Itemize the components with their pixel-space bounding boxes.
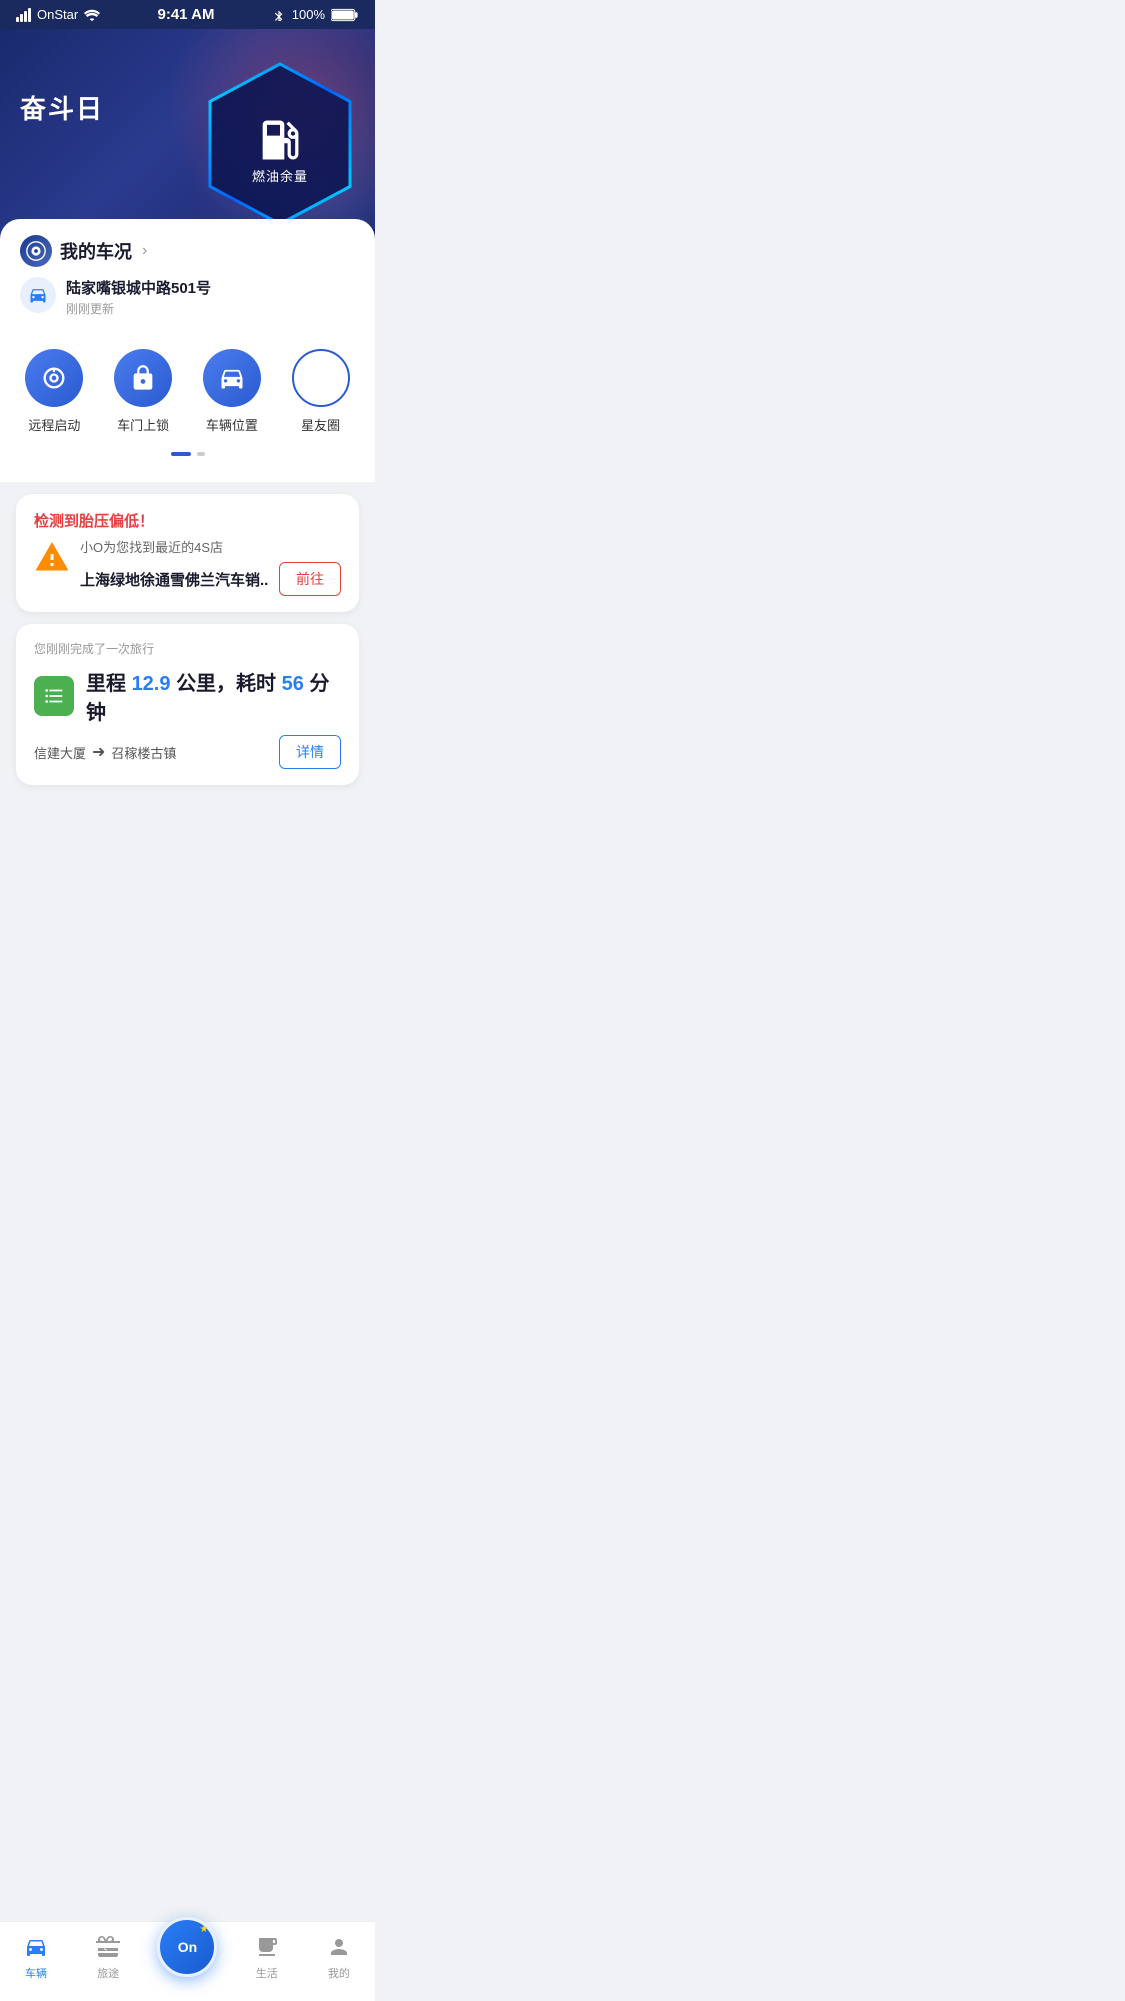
page-title: 奋斗日	[20, 89, 104, 126]
bluetooth-icon	[272, 9, 286, 21]
alert-body: 小O为您找到最近的4S店 上海绿地徐通雪佛兰汽车销.. 前往	[34, 537, 341, 596]
nav-car-label: 车辆	[25, 1965, 47, 1981]
nav-profile-icon	[327, 1935, 351, 1959]
car-status-row[interactable]: 我的车况 ›	[20, 235, 355, 267]
quick-actions: 远程启动 车门上锁 车辆位置 星友圈	[0, 329, 375, 444]
trip-distance-label: 里程	[86, 673, 126, 695]
nav-item-life[interactable]: 生活	[231, 1933, 303, 1981]
battery-label: 100%	[292, 7, 325, 22]
fuel-pump-icon	[254, 114, 306, 166]
remote-start-label: 远程启动	[28, 415, 80, 434]
nav-trip-icon	[96, 1935, 120, 1959]
remote-start-icon-wrap	[25, 349, 83, 407]
hero-section: 奋斗日 燃油余量	[0, 29, 375, 329]
door-lock-icon-wrap	[114, 349, 172, 407]
content-area: 远程启动 车门上锁 车辆位置 星友圈	[0, 329, 375, 482]
fuel-indicator[interactable]: 燃油余量	[205, 59, 355, 229]
car-status-label: 我的车况	[60, 238, 132, 264]
door-lock-icon	[129, 364, 157, 392]
trip-arrow-icon: ➜	[92, 742, 105, 762]
alert-icon-wrap	[34, 539, 70, 580]
trip-detail-button[interactable]: 详情	[279, 735, 341, 769]
star-circle-icon	[307, 364, 335, 392]
alert-title: 检测到胎压偏低！	[34, 510, 341, 531]
car-location-icon-wrap	[203, 349, 261, 407]
door-lock-label: 车门上锁	[117, 415, 169, 434]
location-updated: 刚刚更新	[66, 300, 211, 317]
nav-profile-label: 我的	[328, 1965, 350, 1981]
alert-action-button[interactable]: 前往	[279, 562, 341, 596]
car-location-icon	[28, 285, 48, 305]
status-left: OnStar	[16, 7, 100, 22]
car-location-label: 车辆位置	[206, 415, 258, 434]
nav-life-icon-wrap	[253, 1933, 281, 1961]
star-circle-icon-wrap	[292, 349, 350, 407]
status-time: 9:41 AM	[157, 6, 214, 23]
alert-subtitle: 小O为您找到最近的4S店	[80, 537, 341, 556]
alert-shop-row: 上海绿地徐通雪佛兰汽车销.. 前往	[80, 562, 341, 596]
trip-distance-unit: 公里，耗时	[176, 673, 276, 695]
warning-triangle-icon	[34, 539, 70, 575]
nav-life-icon	[255, 1935, 279, 1959]
trip-to: 召稼楼古镇	[111, 743, 176, 762]
trip-subtitle: 您刚刚完成了一次旅行	[34, 640, 341, 657]
bottom-spacer	[16, 797, 359, 887]
location-row: 陆家嘴银城中路501号 刚刚更新	[20, 277, 355, 317]
trip-card: 您刚刚完成了一次旅行 里程 12.9 公里，耗时 56 分钟 信建大厦 ➜ 召稼…	[16, 624, 359, 785]
action-door-lock[interactable]: 车门上锁	[114, 349, 172, 434]
nav-trip-icon-wrap	[94, 1933, 122, 1961]
chevron-right-icon: ›	[142, 242, 147, 260]
nav-profile-icon-wrap	[325, 1933, 353, 1961]
action-star-circle[interactable]: 星友圈	[292, 349, 350, 434]
nav-trip-label: 旅途	[97, 1965, 119, 1981]
nav-item-center[interactable]: ★ On	[144, 1937, 231, 1977]
location-address: 陆家嘴银城中路501号	[66, 277, 211, 298]
alert-card: 检测到胎压偏低！ 小O为您找到最近的4S店 上海绿地徐通雪佛兰汽车销.. 前往	[16, 494, 359, 612]
trip-duration-value: 56	[282, 673, 304, 695]
pagination-dots	[0, 444, 375, 472]
dot-1	[171, 452, 191, 456]
car-status-card: 我的车况 › 陆家嘴银城中路501号 刚刚更新	[0, 219, 375, 329]
nav-item-trip[interactable]: 旅途	[72, 1933, 144, 1981]
battery-icon	[331, 8, 359, 22]
car-loc-icon	[218, 364, 246, 392]
trip-main-row: 里程 12.9 公里，耗时 56 分钟	[34, 667, 341, 725]
status-right: 100%	[272, 7, 359, 22]
star-circle-label: 星友圈	[301, 415, 340, 434]
trip-route: 信建大厦 ➜ 召稼楼古镇	[34, 742, 176, 762]
nav-life-label: 生活	[256, 1965, 278, 1981]
brand-logo	[20, 235, 52, 267]
nav-center-button[interactable]: ★ On	[157, 1917, 217, 1977]
nav-item-profile[interactable]: 我的	[303, 1933, 375, 1981]
nav-car-icon	[24, 1935, 48, 1959]
alert-shop-name: 上海绿地徐通雪佛兰汽车销..	[80, 569, 268, 590]
trip-route-icon	[43, 685, 65, 707]
trip-icon-wrap	[34, 676, 74, 716]
action-car-location[interactable]: 车辆位置	[203, 349, 261, 434]
dot-2	[197, 452, 205, 456]
nav-car-icon-wrap	[22, 1933, 50, 1961]
location-icon-wrap	[20, 277, 56, 313]
wifi-icon	[84, 9, 100, 21]
trip-from: 信建大厦	[34, 743, 86, 762]
cards-container: 检测到胎压偏低！ 小O为您找到最近的4S店 上海绿地徐通雪佛兰汽车销.. 前往 …	[0, 482, 375, 887]
nav-center-star: ★	[200, 1924, 209, 1935]
trip-distance-value: 12.9	[132, 673, 171, 695]
status-bar: OnStar 9:41 AM 100%	[0, 0, 375, 29]
nav-center-text: On	[178, 1940, 197, 1954]
carrier-label: OnStar	[37, 7, 78, 22]
action-remote-start[interactable]: 远程启动	[25, 349, 83, 434]
nav-item-car[interactable]: 车辆	[0, 1933, 72, 1981]
trip-route-row: 信建大厦 ➜ 召稼楼古镇 详情	[34, 735, 341, 769]
trip-stats: 里程 12.9 公里，耗时 56 分钟	[86, 667, 341, 725]
signal-bars	[16, 8, 31, 22]
fuel-label: 燃油余量	[252, 166, 308, 185]
bottom-nav: 车辆 旅途 ★ On 生活 我的	[0, 1921, 375, 2001]
remote-start-icon	[40, 364, 68, 392]
